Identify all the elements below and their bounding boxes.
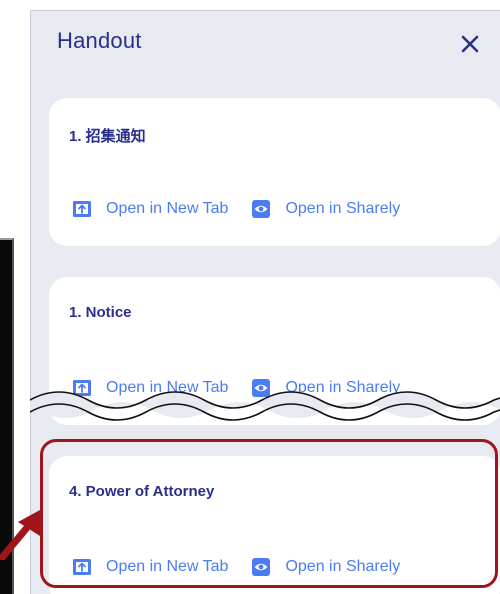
handout-panel: Handout 1. 招集通知 Open in New Tab Open in … [30, 10, 500, 594]
close-button[interactable] [457, 31, 483, 57]
open-in-sharely-button[interactable]: Open in Sharely [250, 556, 400, 578]
open-in-sharely-button[interactable]: Open in Sharely [250, 198, 400, 220]
open-in-new-tab-button[interactable]: Open in New Tab [71, 556, 228, 578]
panel-title: Handout [57, 28, 142, 53]
new-tab-icon [73, 559, 91, 575]
handout-card-title: 4. Power of Attorney [69, 483, 215, 500]
handout-card: 4. Power of Attorney Open in New Tab Ope… [49, 456, 500, 594]
open-in-sharely-label: Open in Sharely [285, 200, 401, 217]
open-in-sharely-label: Open in Sharely [285, 558, 401, 575]
close-icon [461, 35, 479, 53]
wavy-break-separator [30, 391, 500, 421]
card-actions: Open in New Tab Open in Sharely [71, 195, 422, 223]
open-in-new-tab-label: Open in New Tab [106, 558, 229, 575]
arrow-icon [0, 510, 40, 560]
new-tab-icon [73, 201, 91, 217]
card-actions: Open in New Tab Open in Sharely [71, 553, 422, 581]
open-in-new-tab-button[interactable]: Open in New Tab [71, 198, 228, 220]
eye-icon [252, 558, 271, 576]
handout-card-title: 1. 招集通知 [69, 128, 146, 145]
open-in-new-tab-label: Open in New Tab [106, 200, 229, 217]
handout-card-title: 1. Notice [69, 304, 132, 321]
handout-card: 1. 招集通知 Open in New Tab Open in Sharely [49, 98, 500, 246]
eye-icon [252, 200, 271, 218]
